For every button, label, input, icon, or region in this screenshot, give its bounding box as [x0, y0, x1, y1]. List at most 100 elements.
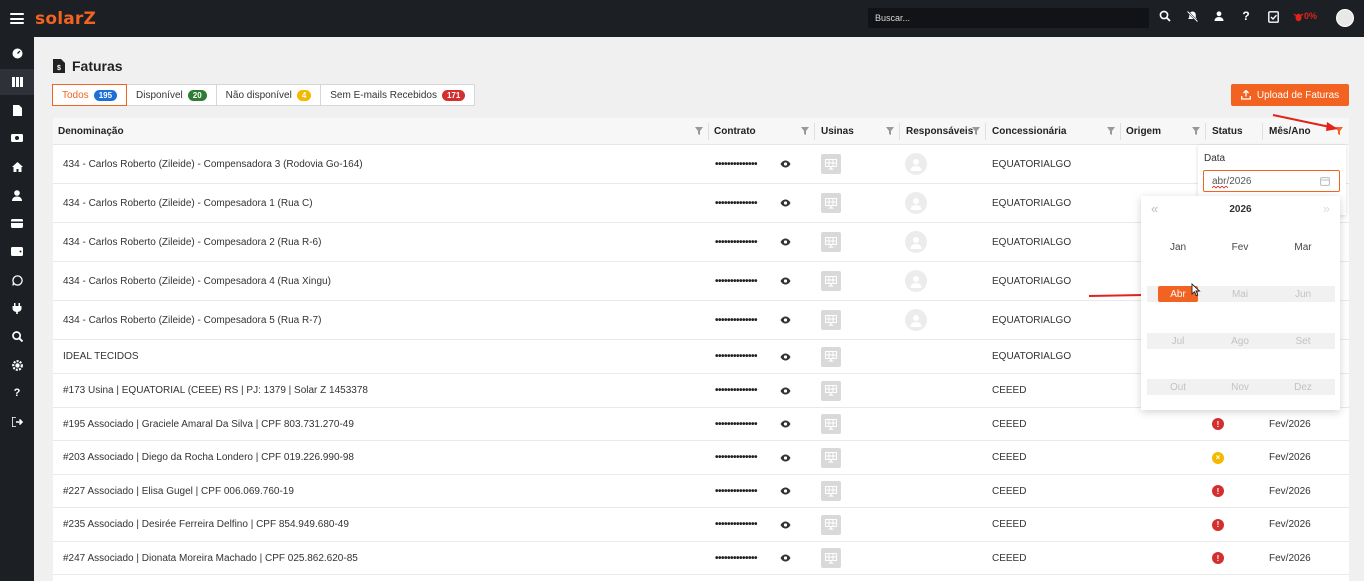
filter-icon[interactable]	[1107, 127, 1115, 135]
show-contract-icon[interactable]	[780, 542, 791, 574]
tab-sem-emails[interactable]: Sem E-mails Recebidos 171	[321, 85, 474, 105]
server-icon[interactable]	[10, 244, 24, 258]
table-row[interactable]: #195 Associado | Graciele Amaral Da Silv…	[53, 408, 1349, 441]
alert-percentage[interactable]: 0%	[1293, 11, 1317, 22]
show-contract-icon[interactable]	[780, 508, 791, 541]
clipboard-check-icon[interactable]	[1266, 9, 1280, 23]
prev-year-icon[interactable]: «	[1151, 201, 1158, 216]
logout-icon[interactable]	[10, 415, 24, 429]
filter-icon[interactable]	[886, 127, 894, 135]
solar-panel-icon[interactable]	[821, 193, 841, 213]
money-icon[interactable]	[10, 131, 24, 145]
responsible-avatar[interactable]	[905, 309, 927, 331]
denominacao-cell[interactable]: 434 - Carlos Roberto (Zileide) - Compesa…	[63, 301, 321, 339]
denominacao-cell[interactable]: 434 - Carlos Roberto (Zileide) - Compesa…	[63, 184, 313, 222]
solar-panel-icon[interactable]	[821, 380, 841, 401]
show-contract-icon[interactable]	[780, 145, 791, 183]
denominacao-cell[interactable]: #235 Associado | Desirée Ferreira Delfin…	[63, 508, 349, 541]
denominacao-cell[interactable]: #247 Associado | Dionata Moreira Machado…	[63, 542, 358, 574]
user-avatar[interactable]	[1336, 9, 1354, 27]
show-contract-icon[interactable]	[780, 408, 791, 440]
responsible-avatar[interactable]	[905, 270, 927, 292]
show-contract-icon[interactable]	[780, 374, 791, 407]
whatsapp-icon[interactable]	[10, 273, 24, 287]
show-contract-icon[interactable]	[780, 184, 791, 222]
show-contract-icon[interactable]	[780, 475, 791, 507]
solar-panel-icon[interactable]	[821, 271, 841, 291]
solar-panel-icon[interactable]	[821, 346, 841, 367]
bell-slash-icon[interactable]	[1185, 9, 1199, 23]
filter-icon[interactable]	[695, 127, 703, 135]
status-cell: !	[1212, 408, 1224, 440]
error-status-icon[interactable]: !	[1212, 518, 1224, 531]
solar-panel-icon[interactable]	[821, 548, 841, 568]
table-row[interactable]: #203 Associado | Diego da Rocha Londero …	[53, 441, 1349, 475]
denominacao-cell[interactable]: 434 - Carlos Roberto (Zileide) - Compesa…	[63, 223, 321, 261]
responsible-avatar[interactable]	[905, 231, 927, 253]
logo[interactable]: solarZ	[35, 9, 96, 29]
solar-panel-icon[interactable]	[821, 447, 841, 468]
filter-icon[interactable]	[801, 127, 809, 135]
upload-faturas-button[interactable]: Upload de Faturas	[1231, 84, 1349, 106]
show-contract-icon[interactable]	[780, 301, 791, 339]
usina-cell	[821, 508, 841, 541]
denominacao-cell[interactable]: #203 Associado | Diego da Rocha Londero …	[63, 441, 354, 474]
warning-status-icon[interactable]: ×	[1212, 451, 1224, 464]
home-icon[interactable]	[10, 160, 24, 174]
filter-icon[interactable]	[972, 127, 980, 135]
next-year-icon[interactable]: »	[1323, 201, 1330, 216]
plug-icon[interactable]	[10, 301, 24, 315]
error-status-icon[interactable]: !	[1212, 418, 1224, 430]
user-icon[interactable]	[10, 188, 24, 202]
show-contract-icon[interactable]	[780, 441, 791, 474]
month-jan[interactable]: Jan	[1158, 239, 1198, 255]
filter-icon[interactable]	[1192, 127, 1200, 135]
document-icon[interactable]	[10, 103, 24, 117]
usina-cell	[821, 262, 841, 300]
denominacao-cell[interactable]: 434 - Carlos Roberto (Zileide) - Compens…	[63, 145, 363, 183]
denominacao-cell[interactable]: 434 - Carlos Roberto (Zileide) - Compesa…	[63, 262, 331, 300]
error-status-icon[interactable]: !	[1212, 485, 1224, 497]
table-row[interactable]: #247 Associado | Dionata Moreira Machado…	[53, 542, 1349, 575]
table-row[interactable]: #235 Associado | Desirée Ferreira Delfin…	[53, 508, 1349, 542]
search-input[interactable]: Buscar...	[868, 8, 1149, 28]
invoices-icon[interactable]	[10, 75, 24, 89]
responsible-avatar[interactable]	[905, 192, 927, 214]
search-icon[interactable]	[1158, 9, 1172, 23]
error-status-icon[interactable]: !	[1212, 552, 1224, 564]
menu-icon[interactable]	[10, 13, 24, 24]
dashboard-icon[interactable]	[10, 46, 24, 60]
denominacao-cell[interactable]: #227 Associado | Elisa Gugel | CPF 006.0…	[63, 475, 294, 507]
solar-panel-icon[interactable]	[821, 414, 841, 434]
show-contract-icon[interactable]	[780, 223, 791, 261]
tab-disponivel[interactable]: Disponível 20	[127, 85, 217, 105]
month-mar[interactable]: Mar	[1283, 239, 1323, 255]
help-icon[interactable]: ?	[1239, 9, 1253, 23]
month-dez: Dez	[1294, 381, 1312, 393]
denominacao-cell[interactable]: IDEAL TECIDOS	[63, 340, 139, 373]
solar-panel-icon[interactable]	[821, 514, 841, 535]
help-sidebar-icon[interactable]: ?	[10, 386, 24, 400]
month-picker-input[interactable]: abr/2026	[1203, 170, 1340, 192]
settings-icon[interactable]	[10, 358, 24, 372]
calendar-year: 2026	[1229, 203, 1252, 215]
solar-panel-icon[interactable]	[821, 154, 841, 174]
responsible-avatar[interactable]	[905, 153, 927, 175]
table-row[interactable]: #227 Associado | Elisa Gugel | CPF 006.0…	[53, 475, 1349, 508]
table-row[interactable]: 434 - Carlos Roberto (Zileide) - Compens…	[53, 145, 1349, 184]
solar-panel-icon[interactable]	[821, 481, 841, 501]
tab-nao-disponivel[interactable]: Não disponível 4	[217, 85, 322, 105]
solar-panel-icon[interactable]	[821, 310, 841, 330]
denominacao-cell[interactable]: #195 Associado | Graciele Amaral Da Silv…	[63, 408, 354, 440]
tab-todos[interactable]: Todos 195	[52, 84, 128, 106]
solar-panel-icon[interactable]	[821, 232, 841, 252]
month-ago: Ago	[1231, 335, 1249, 347]
search-doc-icon[interactable]	[10, 329, 24, 343]
status-cell: !	[1212, 475, 1224, 507]
denominacao-cell[interactable]: #173 Usina | EQUATORIAL (CEEE) RS | PJ: …	[63, 374, 368, 407]
card-icon[interactable]	[10, 216, 24, 230]
month-fev[interactable]: Fev	[1220, 239, 1260, 255]
user-badge-icon[interactable]	[1212, 9, 1226, 23]
show-contract-icon[interactable]	[780, 262, 791, 300]
show-contract-icon[interactable]	[780, 340, 791, 373]
